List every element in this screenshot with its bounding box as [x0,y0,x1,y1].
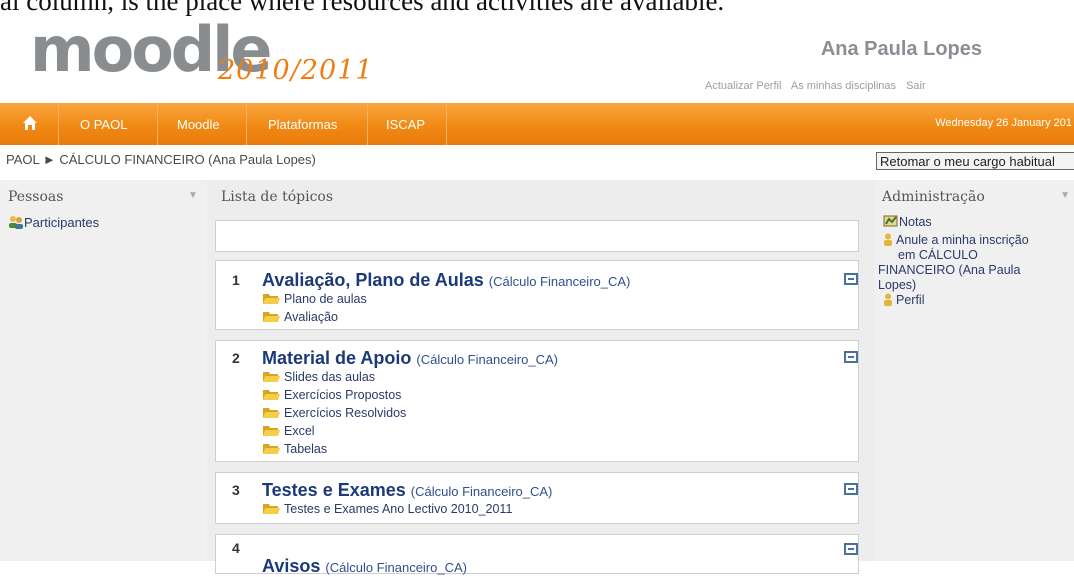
topic-title[interactable]: Material de Apoio (Cálculo Financeiro_CA… [262,348,558,369]
topic-number: 2 [232,350,240,366]
topic-section-3: 3 Testes e Exames (Cálculo Financeiro_CA… [215,472,859,524]
nav-divider [446,103,447,145]
resource-folder[interactable]: Tabelas [262,442,327,456]
users-icon [9,216,23,229]
resource-folder[interactable]: Avaliação [262,310,338,324]
participants-label: Participantes [24,215,100,230]
collapse-triangle-icon[interactable]: ▼ [188,190,198,201]
participants-link[interactable]: Participantes [8,215,99,230]
home-icon[interactable] [22,115,38,131]
nav-divider [157,103,158,145]
topic-number: 4 [232,540,240,556]
logo-year: 2010/2011 [218,55,374,86]
folder-icon [263,426,280,436]
topic-title[interactable]: Avisos (Cálculo Financeiro_CA) [262,556,467,577]
folder-icon [263,504,280,514]
return-role-button[interactable]: Retomar o meu cargo habitual [876,152,1074,170]
admin-block: Administração ▼ Notas Anule a minha insc… [875,180,1074,561]
logout-link[interactable]: Sair [906,80,926,92]
unenrol-link-line[interactable]: em CÁLCULO [898,248,978,263]
nav-divider [367,103,368,145]
people-block-title: Pessoas [8,189,64,205]
nav-item-iscap[interactable]: ISCAP [386,117,425,132]
collapse-section-icon[interactable] [844,543,858,555]
nav-bar: O PAOL Moodle Plataformas ISCAP Wednesda… [0,103,1074,145]
topic-list-region: Lista de tópicos 1 Avaliação, Plano de A… [207,180,875,576]
my-courses-link[interactable]: As minhas disciplinas [791,80,896,92]
topic-number: 3 [232,482,240,498]
folder-icon [263,390,280,400]
update-profile-link[interactable]: Actualizar Perfil [705,80,781,92]
collapse-section-icon[interactable] [844,273,858,285]
folder-icon [263,372,280,382]
nav-divider [246,103,247,145]
nav-item-plataformas[interactable]: Plataformas [268,117,337,132]
resource-folder[interactable]: Excel [262,424,315,438]
resource-folder[interactable]: Testes e Exames Ano Lectivo 2010_2011 [262,502,512,516]
resource-folder[interactable]: Exercícios Resolvidos [262,406,406,420]
topic-number: 1 [232,272,240,288]
folder-icon [263,312,280,322]
unenrol-link[interactable]: Anule a minha inscrição [883,233,1029,248]
collapse-section-icon[interactable] [844,351,858,363]
topic-title[interactable]: Testes e Exames (Cálculo Financeiro_CA) [262,480,552,501]
folder-icon [263,294,280,304]
current-date: Wednesday 26 January 201 [935,117,1072,129]
nav-divider [58,103,59,145]
unenrol-link-line[interactable]: Lopes) [878,278,916,293]
user-icon [884,293,892,306]
admin-block-title: Administração [882,189,985,205]
people-block: Pessoas ▼ Participantes [0,180,207,561]
resource-folder[interactable]: Slides das aulas [262,370,375,384]
user-icon [884,233,892,246]
profile-link[interactable]: Perfil [883,293,924,308]
topic-section-2: 2 Material de Apoio (Cálculo Financeiro_… [215,340,859,462]
folder-icon [263,408,280,418]
topic-section-4: 4 Avisos (Cálculo Financeiro_CA) [215,534,859,577]
breadcrumb-root[interactable]: PAOL [6,152,39,167]
unenrol-link-line[interactable]: FINANCEIRO (Ana Paula [878,263,1020,278]
topic-title[interactable]: Avaliação, Plano de Aulas (Cálculo Finan… [262,270,630,291]
collapse-triangle-icon[interactable]: ▼ [1060,190,1070,201]
nav-item-moodle[interactable]: Moodle [177,117,220,132]
topic-section-1: 1 Avaliação, Plano de Aulas (Cálculo Fin… [215,260,859,330]
collapse-section-icon[interactable] [844,483,858,495]
resource-folder[interactable]: Exercícios Propostos [262,388,401,402]
user-links: Actualizar Perfil As minhas disciplinas … [705,80,933,92]
breadcrumb-current: CÁLCULO FINANCEIRO (Ana Paula Lopes) [59,152,316,167]
folder-icon [263,444,280,454]
breadcrumb: PAOL ► CÁLCULO FINANCEIRO (Ana Paula Lop… [6,152,316,167]
nav-item-paol[interactable]: O PAOL [80,117,127,132]
resource-folder[interactable]: Plano de aulas [262,292,367,306]
grades-icon [883,215,898,227]
grades-link[interactable]: Notas [883,215,932,230]
topic-list-title: Lista de tópicos [221,189,334,205]
topic-summary-box [215,220,859,252]
breadcrumb-arrow-icon: ► [42,152,56,167]
user-name[interactable]: Ana Paula Lopes [821,38,982,61]
